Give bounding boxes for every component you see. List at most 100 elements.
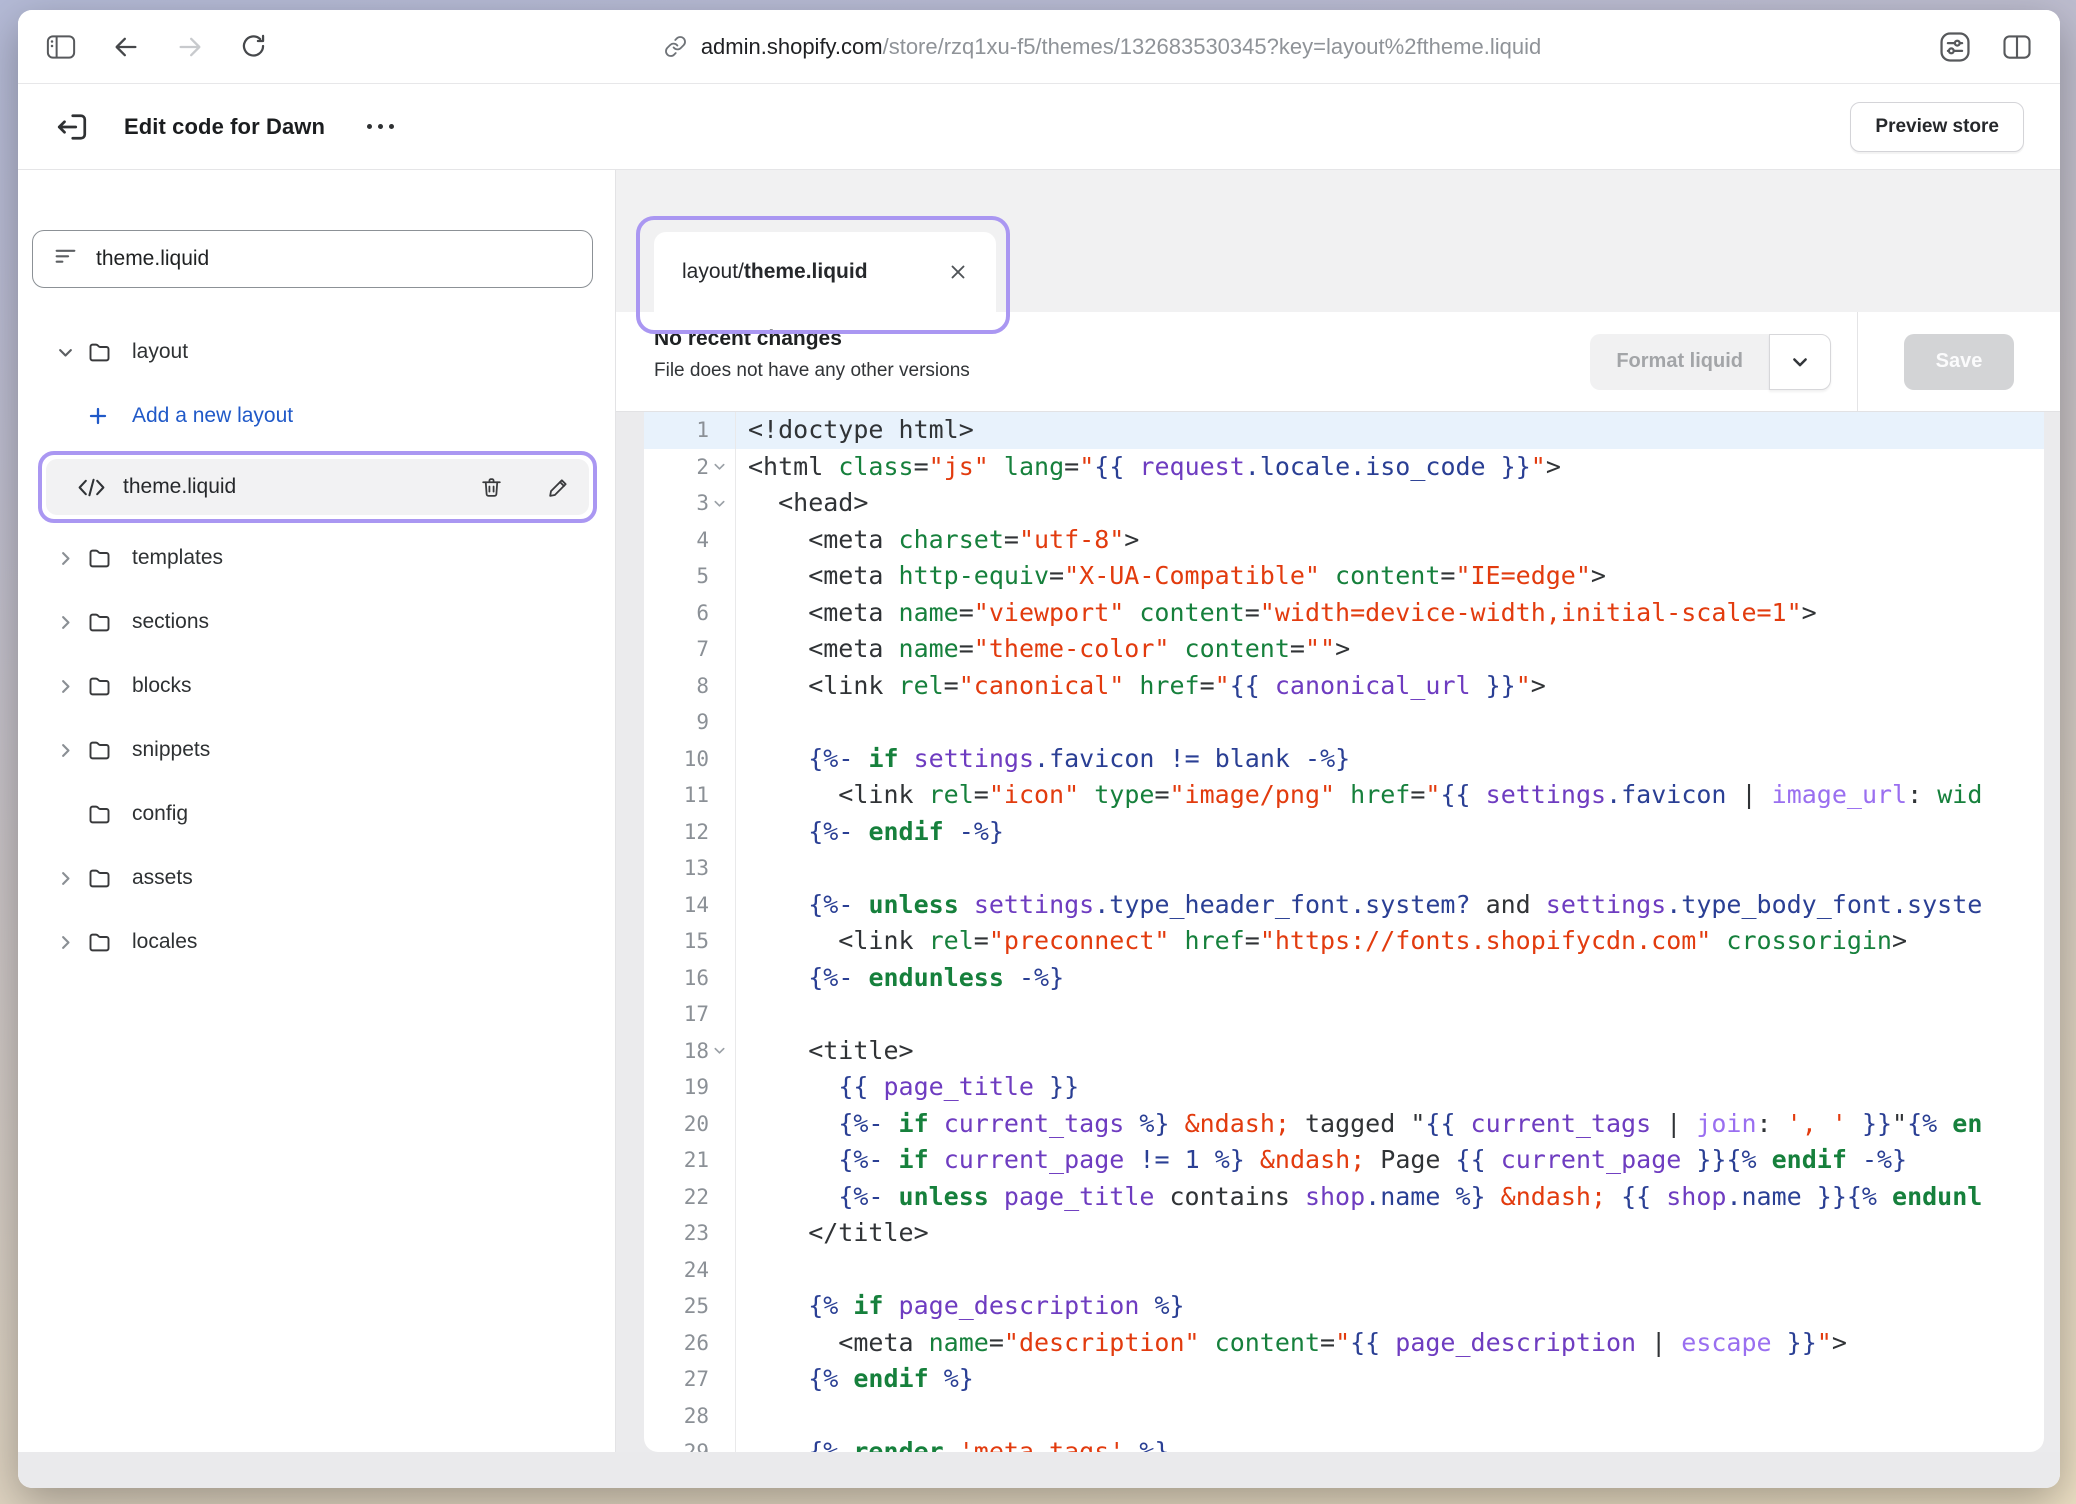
- sidebar-toggle-icon[interactable]: [46, 34, 76, 60]
- sidebar-item-theme-liquid[interactable]: theme.liquid: [46, 459, 589, 515]
- code-line-text[interactable]: <meta charset="utf-8">: [736, 522, 2044, 559]
- code-line-text[interactable]: <meta name="description" content="{{ pag…: [736, 1325, 2044, 1362]
- code-line[interactable]: 3 <head>: [644, 485, 2044, 522]
- preview-store-button[interactable]: Preview store: [1850, 102, 2024, 152]
- delete-icon[interactable]: [479, 475, 504, 500]
- code-line[interactable]: 6 <meta name="viewport" content="width=d…: [644, 595, 2044, 632]
- chevron-right-icon[interactable]: [56, 933, 86, 952]
- sidebar-item-sections[interactable]: sections: [18, 590, 615, 654]
- back-icon[interactable]: [112, 33, 140, 61]
- reload-icon[interactable]: [240, 33, 267, 60]
- code-line-text[interactable]: {%- unless page_title contains shop.name…: [736, 1179, 2044, 1216]
- fold-toggle-icon[interactable]: [709, 496, 729, 511]
- code-line-text[interactable]: {%- endif -%}: [736, 814, 2044, 851]
- code-line-text[interactable]: [736, 1398, 2044, 1435]
- split-view-icon[interactable]: [2002, 33, 2032, 61]
- format-liquid-caret-button[interactable]: [1769, 334, 1831, 390]
- sidebar-item-layout[interactable]: layout: [18, 320, 615, 384]
- code-line-text[interactable]: {%- if current_page != 1 %} &ndash; Page…: [736, 1142, 2044, 1179]
- code-line-text[interactable]: [736, 996, 2044, 1033]
- code-line-text[interactable]: <link rel="icon" type="image/png" href="…: [736, 777, 2044, 814]
- code-line[interactable]: 22 {%- unless page_title contains shop.n…: [644, 1179, 2044, 1216]
- page-settings-icon[interactable]: [1938, 30, 1972, 64]
- file-search[interactable]: [32, 230, 593, 288]
- code-line[interactable]: 19 {{ page_title }}: [644, 1069, 2044, 1106]
- code-line-text[interactable]: <meta name="viewport" content="width=dev…: [736, 595, 2044, 632]
- code-line[interactable]: 23 </title>: [644, 1215, 2044, 1252]
- code-line-text[interactable]: {% render 'meta-tags' %}: [736, 1434, 2044, 1452]
- code-line-text[interactable]: <link rel="preconnect" href="https://fon…: [736, 923, 2044, 960]
- code-line-text[interactable]: {%- endunless -%}: [736, 960, 2044, 997]
- code-line[interactable]: 24: [644, 1252, 2044, 1289]
- code-line-text[interactable]: <link rel="canonical" href="{{ canonical…: [736, 668, 2044, 705]
- code-line-text[interactable]: </title>: [736, 1215, 2044, 1252]
- sidebar-item-snippets[interactable]: snippets: [18, 718, 615, 782]
- code-line[interactable]: 2<html class="js" lang="{{ request.local…: [644, 449, 2044, 486]
- code-line[interactable]: 18 <title>: [644, 1033, 2044, 1070]
- close-icon[interactable]: [948, 262, 968, 282]
- fold-toggle-icon[interactable]: [709, 459, 729, 474]
- code-line[interactable]: 10 {%- if settings.favicon != blank -%}: [644, 741, 2044, 778]
- fold-toggle-icon[interactable]: [709, 1043, 729, 1058]
- rename-icon[interactable]: [546, 475, 571, 500]
- code-line[interactable]: 5 <meta http-equiv="X-UA-Compatible" con…: [644, 558, 2044, 595]
- code-line[interactable]: 14 {%- unless settings.type_header_font.…: [644, 887, 2044, 924]
- desktop-background: admin.shopify.com/store/rzq1xu-f5/themes…: [0, 0, 2076, 1504]
- code-line-text[interactable]: [736, 704, 2044, 741]
- chevron-right-icon[interactable]: [56, 741, 86, 760]
- chevron-right-icon[interactable]: [56, 613, 86, 632]
- code-line[interactable]: 1<!doctype html>: [644, 412, 2044, 449]
- code-line-text[interactable]: {% if page_description %}: [736, 1288, 2044, 1325]
- code-line-text[interactable]: <meta http-equiv="X-UA-Compatible" conte…: [736, 558, 2044, 595]
- sidebar-item-blocks[interactable]: blocks: [18, 654, 615, 718]
- tab-theme-liquid[interactable]: layout/theme.liquid: [654, 232, 996, 312]
- code-line[interactable]: 4 <meta charset="utf-8">: [644, 522, 2044, 559]
- sidebar-item-assets[interactable]: assets: [18, 846, 615, 910]
- chevron-right-icon[interactable]: [56, 549, 86, 568]
- format-liquid-button[interactable]: Format liquid: [1590, 334, 1769, 390]
- chevron-right-icon[interactable]: [56, 677, 86, 696]
- code-line[interactable]: 29 {% render 'meta-tags' %}: [644, 1434, 2044, 1452]
- code-line-text[interactable]: <html class="js" lang="{{ request.locale…: [736, 449, 2044, 486]
- code-line[interactable]: 25 {% if page_description %}: [644, 1288, 2044, 1325]
- code-line-text[interactable]: <!doctype html>: [736, 412, 2044, 449]
- sidebar-item-templates[interactable]: templates: [18, 526, 615, 590]
- code-line[interactable]: 7 <meta name="theme-color" content="">: [644, 631, 2044, 668]
- sidebar-item-locales[interactable]: locales: [18, 910, 615, 974]
- code-line-text[interactable]: {{ page_title }}: [736, 1069, 2044, 1106]
- code-line-text[interactable]: {%- if settings.favicon != blank -%}: [736, 741, 2044, 778]
- chevron-down-icon[interactable]: [56, 343, 86, 362]
- code-line[interactable]: 27 {% endif %}: [644, 1361, 2044, 1398]
- code-line[interactable]: 16 {%- endunless -%}: [644, 960, 2044, 997]
- sidebar-item-config[interactable]: config: [18, 782, 615, 846]
- code-editor[interactable]: 1<!doctype html>2<html class="js" lang="…: [644, 412, 2044, 1452]
- forward-icon[interactable]: [176, 33, 204, 61]
- save-button[interactable]: Save: [1904, 334, 2015, 390]
- more-actions-icon[interactable]: [367, 124, 394, 129]
- code-line-text[interactable]: [736, 850, 2044, 887]
- code-line[interactable]: 21 {%- if current_page != 1 %} &ndash; P…: [644, 1142, 2044, 1179]
- exit-icon[interactable]: [54, 109, 90, 145]
- code-line[interactable]: 28: [644, 1398, 2044, 1435]
- code-line-text[interactable]: {%- unless settings.type_header_font.sys…: [736, 887, 2044, 924]
- sidebar-item-add-a-new-layout[interactable]: Add a new layout: [18, 384, 615, 448]
- code-line-text[interactable]: {% endif %}: [736, 1361, 2044, 1398]
- code-line[interactable]: 9: [644, 704, 2044, 741]
- line-number: 2: [644, 449, 736, 486]
- code-line[interactable]: 8 <link rel="canonical" href="{{ canonic…: [644, 668, 2044, 705]
- code-line-text[interactable]: <meta name="theme-color" content="">: [736, 631, 2044, 668]
- code-line-text[interactable]: <head>: [736, 485, 2044, 522]
- code-line[interactable]: 20 {%- if current_tags %} &ndash; tagged…: [644, 1106, 2044, 1143]
- code-line[interactable]: 11 <link rel="icon" type="image/png" hre…: [644, 777, 2044, 814]
- code-line[interactable]: 12 {%- endif -%}: [644, 814, 2044, 851]
- search-input[interactable]: [96, 247, 572, 271]
- chevron-right-icon[interactable]: [56, 869, 86, 888]
- address-bar[interactable]: admin.shopify.com/store/rzq1xu-f5/themes…: [267, 34, 1938, 60]
- code-line-text[interactable]: {%- if current_tags %} &ndash; tagged "{…: [736, 1106, 2044, 1143]
- code-line[interactable]: 13: [644, 850, 2044, 887]
- code-line-text[interactable]: [736, 1252, 2044, 1289]
- code-line-text[interactable]: <title>: [736, 1033, 2044, 1070]
- code-line[interactable]: 17: [644, 996, 2044, 1033]
- code-line[interactable]: 15 <link rel="preconnect" href="https://…: [644, 923, 2044, 960]
- code-line[interactable]: 26 <meta name="description" content="{{ …: [644, 1325, 2044, 1362]
